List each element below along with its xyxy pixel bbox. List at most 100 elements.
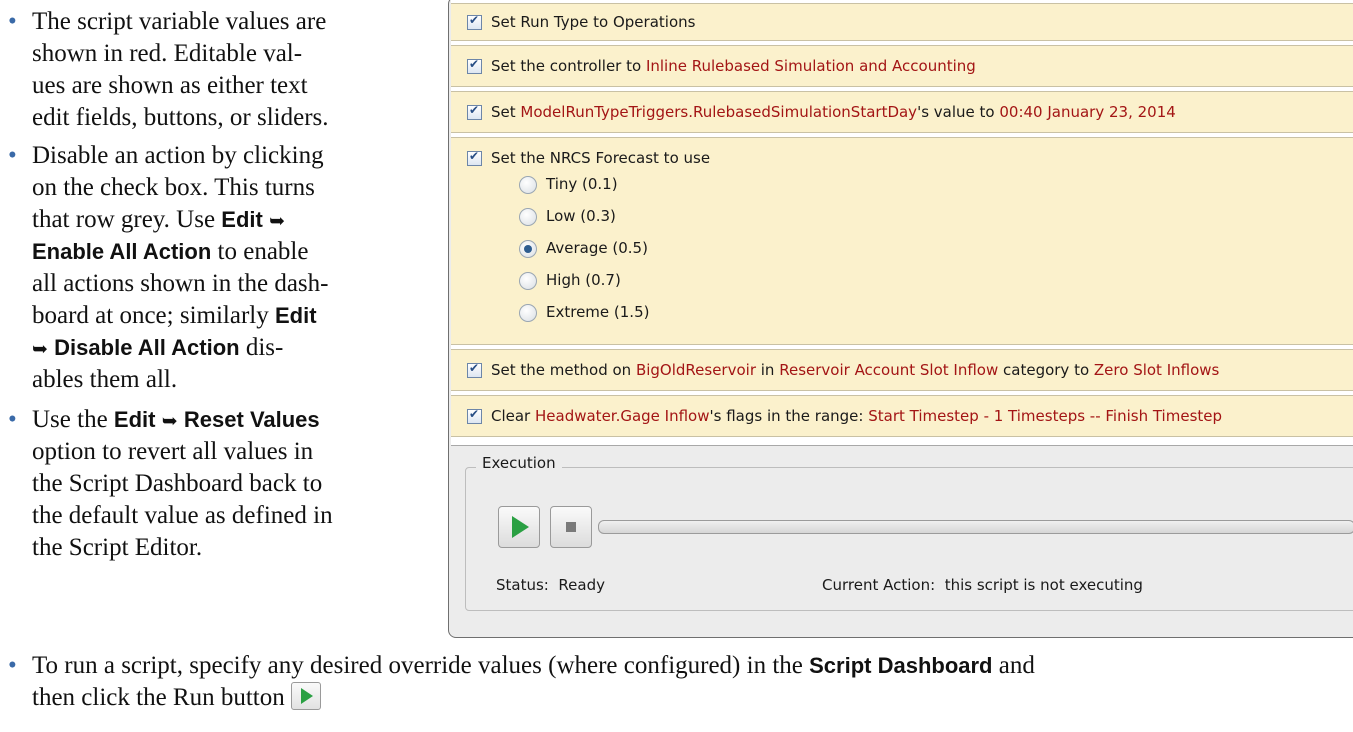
action-row-clear-flags: Clear Headwater.Gage Inflow's flags in t… xyxy=(451,395,1353,437)
range-value[interactable]: Start Timestep - 1 Timesteps -- Finish T… xyxy=(868,407,1222,425)
action-text-run: in xyxy=(756,361,780,379)
status-label: Status: xyxy=(496,576,549,594)
play-icon xyxy=(300,688,313,704)
bullet-marker: • xyxy=(8,8,17,35)
execution-title: Execution xyxy=(476,454,562,472)
bullet-2-line-8: ables them all. xyxy=(32,366,178,393)
controller-value[interactable]: Inline Rulebased Simulation and Accounti… xyxy=(646,57,976,75)
forecast-radio-high[interactable] xyxy=(519,272,537,290)
current-action-readout: Current Action: this script is not execu… xyxy=(822,576,1143,594)
forecast-radio-low[interactable] xyxy=(519,208,537,226)
slot-value: Headwater.Gage Inflow xyxy=(535,407,710,425)
menu-keyword-reset-values: Reset Values xyxy=(183,407,320,432)
current-action-value: this script is not executing xyxy=(944,576,1143,594)
text-run: board at once; similarly xyxy=(32,302,275,329)
run-button[interactable] xyxy=(498,506,540,548)
bottom-bullet-line-2: then click the Run button xyxy=(32,682,1332,714)
action-text: Set ModelRunTypeTriggers.RulebasedSimula… xyxy=(491,103,1176,121)
status-value: Ready xyxy=(558,576,605,594)
forecast-option-label: High (0.7) xyxy=(546,271,621,289)
forecast-radio-tiny[interactable] xyxy=(519,176,537,194)
text-run: to enable xyxy=(211,238,309,265)
method-value[interactable]: Zero Slot Inflows xyxy=(1094,361,1219,379)
forecast-radio-average[interactable] xyxy=(519,240,537,258)
bullet-2-line-3: that row grey. Use Edit ➥ xyxy=(32,204,285,237)
bullet-2-line-6: board at once; similarly Edit xyxy=(32,300,317,332)
bullet-1-line-4: edit fields, buttons, or sliders. xyxy=(32,104,329,131)
bullet-1-line-2: shown in red. Editable val- xyxy=(32,40,303,67)
action-enabled-checkbox[interactable] xyxy=(467,13,482,30)
action-text-run: Set the method on xyxy=(491,361,636,379)
action-text: Set the method on BigOldReservoir in Res… xyxy=(491,361,1219,379)
bullet-3-line-1: Use the Edit ➥ Reset Values xyxy=(32,404,320,437)
action-enabled-checkbox[interactable] xyxy=(467,57,482,74)
bullet-1-line-1: The script variable values are xyxy=(32,8,327,35)
action-row-method: Set the method on BigOldReservoir in Res… xyxy=(451,349,1353,391)
action-text-run: Clear xyxy=(491,407,535,425)
text-run: To run a script, specify any desired ove… xyxy=(32,652,810,679)
bullet-2-line-5: all actions shown in the dash- xyxy=(32,270,329,297)
forecast-radio-extreme[interactable] xyxy=(519,304,537,322)
text-run: then click the Run button xyxy=(32,684,285,711)
menu-arrow-icon: ➥ xyxy=(32,338,48,360)
execution-group: Execution Status: Ready Current Action: … xyxy=(465,454,1353,611)
action-text-run: 's value to xyxy=(917,103,1000,121)
menu-keyword-enable-all: Enable All Action xyxy=(32,239,212,264)
text-run: Use the xyxy=(32,406,114,433)
bullet-3-line-2: option to revert all values in xyxy=(32,438,314,465)
action-text: Set the controller to Inline Rulebased S… xyxy=(491,57,976,75)
menu-keyword-edit: Edit xyxy=(274,303,317,328)
bullet-marker: • xyxy=(8,142,17,169)
bullet-2-line-7: ➥ Disable All Action dis- xyxy=(32,332,283,365)
action-text-run: Set xyxy=(491,103,521,121)
action-row-nrcs-forecast: Set the NRCS Forecast to use Tiny (0.1) … xyxy=(451,137,1353,345)
stop-button[interactable] xyxy=(550,506,592,548)
text-run: that row grey. Use xyxy=(32,206,222,233)
action-enabled-checkbox[interactable] xyxy=(467,407,482,424)
action-text-run: Set the controller to xyxy=(491,57,646,75)
current-action-label: Current Action: xyxy=(822,576,936,594)
action-text-run: Set the NRCS Forecast to use xyxy=(491,149,711,167)
bullet-3-line-5: the Script Editor. xyxy=(32,534,203,561)
bullet-1-line-3: ues are shown as either text xyxy=(32,72,308,99)
menu-arrow-icon: ➥ xyxy=(161,410,178,432)
forecast-option-label: Tiny (0.1) xyxy=(546,175,618,193)
action-enabled-checkbox[interactable] xyxy=(467,149,482,166)
forecast-option-label: Extreme (1.5) xyxy=(546,303,650,321)
action-text-run: 's flags in the range: xyxy=(709,407,869,425)
play-icon xyxy=(512,516,529,538)
forecast-option-label: Low (0.3) xyxy=(546,207,616,225)
forecast-option-label: Average (0.5) xyxy=(546,239,648,257)
action-text-run: category to xyxy=(998,361,1094,379)
menu-arrow-icon: ➥ xyxy=(269,210,286,232)
status-readout: Status: Ready xyxy=(496,576,605,594)
stop-icon xyxy=(566,522,576,532)
menu-keyword-edit: Edit xyxy=(221,207,263,232)
action-row-start-day: Set ModelRunTypeTriggers.RulebasedSimula… xyxy=(451,91,1353,133)
bullet-2-line-4: Enable All Action to enable xyxy=(32,236,308,268)
action-text: Set the NRCS Forecast to use xyxy=(491,149,710,167)
script-dashboard-keyword: Script Dashboard xyxy=(809,653,993,678)
bullet-3-line-3: the Script Dashboard back to xyxy=(32,470,323,497)
object-value: BigOldReservoir xyxy=(635,361,756,379)
action-enabled-checkbox[interactable] xyxy=(467,361,482,378)
bottom-bullet-line-1: To run a script, specify any desired ove… xyxy=(32,650,1332,682)
text-run: dis- xyxy=(239,334,284,361)
bullet-marker: • xyxy=(8,406,17,433)
category-value: Reservoir Account Slot Inflow xyxy=(779,361,999,379)
action-row-run-type: Set Run Type to Operations xyxy=(451,3,1353,41)
run-button-icon xyxy=(290,682,321,710)
action-enabled-checkbox[interactable] xyxy=(467,103,482,120)
bullet-2-line-2: on the check box. This turns xyxy=(32,174,315,201)
slot-name-value: ModelRunTypeTriggers.RulebasedSimulation… xyxy=(520,103,918,121)
action-text: Set Run Type to Operations xyxy=(491,13,695,31)
menu-keyword-edit: Edit xyxy=(113,407,156,432)
start-day-value[interactable]: 00:40 January 23, 2014 xyxy=(999,103,1175,121)
bullet-2-line-1: Disable an action by clicking xyxy=(32,142,324,169)
action-text: Clear Headwater.Gage Inflow's flags in t… xyxy=(491,407,1222,425)
action-text-run: Set Run Type to Operations xyxy=(491,13,696,31)
execution-progress-bar xyxy=(598,520,1353,534)
action-row-controller: Set the controller to Inline Rulebased S… xyxy=(451,45,1353,87)
menu-keyword-disable-all: Disable All Action xyxy=(54,335,240,360)
script-dashboard-panel: Set Run Type to Operations Set the contr… xyxy=(448,0,1353,638)
